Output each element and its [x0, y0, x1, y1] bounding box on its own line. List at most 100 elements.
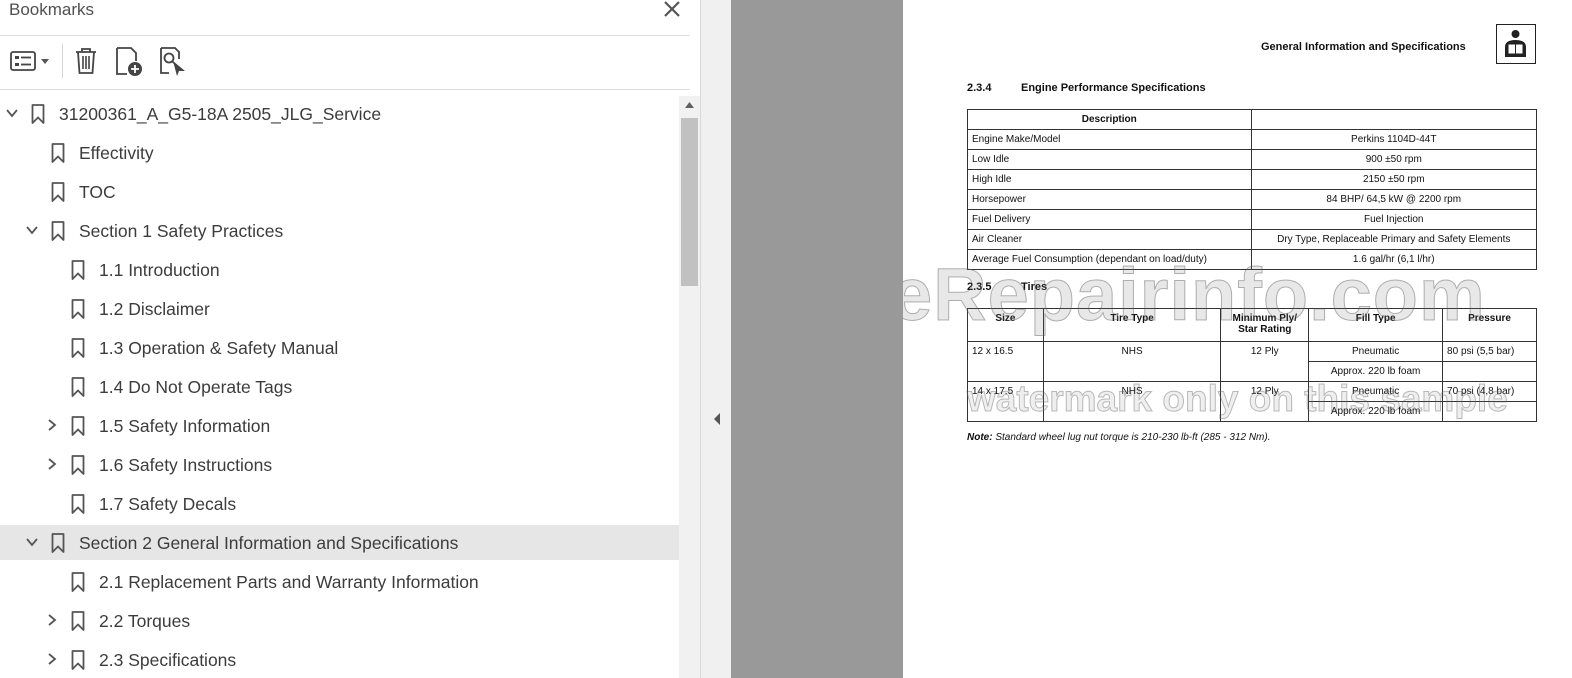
bookmark-item[interactable]: 1.6 Safety Instructions — [0, 447, 679, 482]
document-background — [731, 0, 903, 678]
find-bookmark-icon — [160, 47, 185, 76]
spec-label-cell: Fuel Delivery — [967, 209, 1252, 230]
new-bookmark-button[interactable] — [110, 43, 146, 79]
bookmark-label: 2.1 Replacement Parts and Warranty Infor… — [99, 572, 479, 592]
spec-value-cell: Perkins 1104D-44T — [1250, 129, 1538, 150]
chevron-down-icon[interactable] — [5, 106, 19, 120]
bookmark-label: 1.6 Safety Instructions — [99, 455, 273, 475]
document-page: General Information and Specifications 2… — [903, 0, 1572, 678]
bookmark-label: TOC — [79, 182, 116, 202]
bookmark-label: 1.1 Introduction — [99, 260, 220, 280]
panel-splitter[interactable] — [700, 0, 731, 678]
bookmark-icon — [71, 494, 85, 514]
engine-section-title: Engine Performance Specifications — [1021, 82, 1206, 94]
bookmark-label: Section 2 General Information and Specif… — [79, 533, 459, 553]
spec-value-cell: 84 BHP/ 64,5 kW @ 2200 rpm — [1250, 189, 1538, 210]
bookmark-icon — [71, 650, 85, 670]
chevron-right-icon[interactable] — [45, 457, 59, 471]
bookmark-icon — [71, 338, 85, 358]
bookmark-label: 1.7 Safety Decals — [99, 494, 237, 514]
note-text: Standard wheel lug nut torque is 210-230… — [995, 432, 1271, 443]
list-options-icon — [10, 51, 49, 71]
table-row: Air Cleaner Dry Type, Replaceable Primary… — [967, 229, 1538, 250]
spec-value-cell: Fuel Injection — [1250, 209, 1538, 230]
bookmark-icon — [71, 611, 85, 631]
chevron-right-icon[interactable] — [45, 613, 59, 627]
bookmark-icon — [51, 221, 65, 241]
bookmark-item[interactable]: 2.3 Specifications — [0, 642, 679, 677]
close-panel-button[interactable] — [661, 0, 683, 20]
table-row: Horsepower 84 BHP/ 64,5 kW @ 2200 rpm — [967, 189, 1538, 210]
page-header-title: General Information and Specifications — [1261, 41, 1466, 53]
spec-label-cell: Air Cleaner — [967, 229, 1252, 250]
options-menu-button[interactable] — [8, 43, 54, 79]
spec-value-cell: 2150 ±50 rpm — [1250, 169, 1538, 190]
scroll-up-icon[interactable] — [684, 100, 695, 110]
bookmark-icon — [71, 455, 85, 475]
bookmark-item[interactable]: 2.1 Replacement Parts and Warranty Infor… — [0, 564, 679, 599]
chevron-right-icon[interactable] — [45, 652, 59, 666]
chevron-right-icon[interactable] — [45, 418, 59, 432]
watermark-sub: watermark only on this sample — [967, 378, 1509, 420]
tire-ply-cell: 12 Ply — [1220, 341, 1310, 382]
bookmark-item[interactable]: Effectivity — [0, 135, 679, 170]
bookmark-label: 2.2 Torques — [99, 611, 191, 631]
bookmark-icon — [71, 299, 85, 319]
spec-label-cell: Low Idle — [967, 149, 1252, 170]
bookmark-icon — [71, 377, 85, 397]
bookmark-item[interactable]: TOC — [0, 174, 679, 209]
add-bookmark-icon — [116, 47, 142, 76]
fill-type-cell: Pneumatic — [1308, 341, 1444, 362]
trash-icon — [76, 48, 96, 74]
bookmarks-panel: Bookmarks 31200361_A_G5-18A 2505_JLG_Ser… — [0, 0, 700, 678]
bookmark-item[interactable]: 2.2 Torques — [0, 603, 679, 638]
tire-size-cell: 12 x 16.5 — [967, 341, 1044, 382]
note-label: Note: — [967, 432, 993, 443]
bookmark-icon — [51, 143, 65, 163]
bookmark-item[interactable]: 1.7 Safety Decals — [0, 486, 679, 521]
bookmark-label: 2.3 Specifications — [99, 650, 237, 670]
bookmark-tree: 31200361_A_G5-18A 2505_JLG_Service Effect… — [0, 96, 679, 678]
spec-value-cell: Dry Type, Replaceable Primary and Safety… — [1250, 229, 1538, 250]
torque-note: Note: Standard wheel lug nut torque is 2… — [967, 432, 1271, 443]
bookmark-icon — [71, 416, 85, 436]
spec-label-cell: High Idle — [967, 169, 1252, 190]
panel-divider-top — [0, 35, 690, 36]
panel-title: Bookmarks — [9, 0, 95, 19]
bookmark-scrollbar[interactable] — [679, 96, 700, 678]
service-manual-icon — [1496, 24, 1536, 64]
bookmark-item[interactable]: Section 1 Safety Practices — [0, 213, 679, 248]
scroll-thumb[interactable] — [681, 118, 698, 286]
chevron-down-icon[interactable] — [25, 535, 39, 549]
bookmark-icon — [51, 533, 65, 553]
close-icon — [664, 1, 680, 17]
bookmark-item[interactable]: 1.3 Operation & Safety Manual — [0, 330, 679, 365]
bookmark-label: Section 1 Safety Practices — [79, 221, 284, 241]
find-bookmark-button[interactable] — [154, 43, 188, 79]
toolbar-separator — [62, 44, 63, 78]
table-row: Fuel Delivery Fuel Injection — [967, 209, 1538, 230]
collapse-panel-icon[interactable] — [713, 412, 721, 426]
pressure-cell: 80 psi (5,5 bar) — [1442, 341, 1537, 362]
bookmark-icon — [31, 104, 45, 124]
bookmark-label: Effectivity — [79, 143, 154, 163]
tire-type-cell: NHS — [1042, 341, 1222, 382]
spec-value-cell: 900 ±50 rpm — [1250, 149, 1538, 170]
bookmark-item[interactable]: 1.1 Introduction — [0, 252, 679, 287]
bookmark-label: 1.3 Operation & Safety Manual — [99, 338, 339, 358]
watermark-main: eRepairinfo.com — [903, 253, 1486, 337]
bookmark-item[interactable]: 31200361_A_G5-18A 2505_JLG_Service — [0, 96, 679, 131]
column-header-value — [1250, 109, 1538, 130]
bookmark-item[interactable]: 1.4 Do Not Operate Tags — [0, 369, 679, 404]
bookmark-item[interactable]: 1.2 Disclaimer — [0, 291, 679, 326]
bookmark-item[interactable]: 1.5 Safety Information — [0, 408, 679, 443]
bookmark-icon — [51, 182, 65, 202]
chevron-down-icon[interactable] — [25, 223, 39, 237]
bookmark-icon — [71, 260, 85, 280]
spec-label-cell: Engine Make/Model — [967, 129, 1252, 150]
bookmark-icon — [71, 572, 85, 592]
table-row: 12 x 16.5 NHS 12 Ply Pneumatic 80 psi (5,5 b… — [967, 341, 1537, 382]
bookmark-item[interactable]: Section 2 General Information and Specif… — [0, 525, 679, 560]
delete-bookmark-button[interactable] — [70, 43, 102, 79]
engine-spec-table: Description Engine Make/Model Perkins 1104… — [967, 109, 1538, 270]
